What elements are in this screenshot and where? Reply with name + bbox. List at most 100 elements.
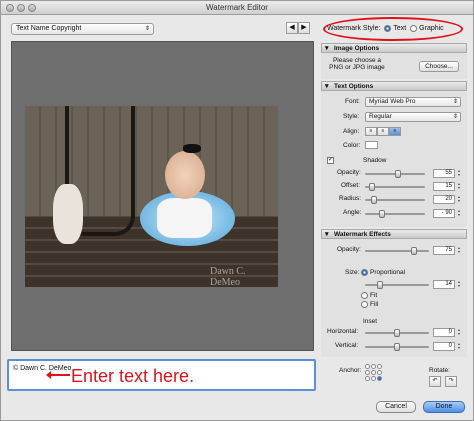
shadow-opacity-knob[interactable] xyxy=(395,170,401,178)
shadow-angle-slider[interactable] xyxy=(365,210,425,218)
effects-opacity-stepper[interactable]: ▴ ▾ xyxy=(456,246,462,255)
choose-image-button[interactable]: Choose... xyxy=(419,61,459,72)
previous-image-button[interactable]: ◀ xyxy=(286,22,298,34)
shadow-checkbox[interactable]: ✓ xyxy=(327,157,334,164)
fit-radio[interactable] xyxy=(361,292,368,299)
align-center-button[interactable]: ≡ xyxy=(377,127,389,136)
effects-opacity-knob[interactable] xyxy=(411,247,417,255)
shadow-angle-field[interactable]: - 90 xyxy=(433,209,455,218)
inset-horizontal-slider[interactable] xyxy=(365,329,429,337)
inset-horizontal-knob[interactable] xyxy=(394,329,400,337)
watermark-effects-header[interactable]: Watermark Effects xyxy=(321,229,467,239)
shadow-radius-label: Radius: xyxy=(339,195,362,202)
fill-radio[interactable] xyxy=(361,301,368,308)
anchor-top-center[interactable] xyxy=(371,364,376,369)
zoom-window-button[interactable] xyxy=(28,4,36,12)
close-window-button[interactable] xyxy=(6,4,14,12)
minimize-window-button[interactable] xyxy=(17,4,25,12)
size-stepper[interactable]: ▴ ▾ xyxy=(456,280,462,289)
title-bar: Watermark Editor xyxy=(1,1,473,15)
style-label: Style: xyxy=(343,113,360,120)
watermark-style-label: Watermark Style: xyxy=(327,25,381,32)
style-graphic-label[interactable]: Graphic xyxy=(419,25,444,32)
effects-opacity-field[interactable]: 75 xyxy=(433,246,455,255)
style-graphic-radio[interactable] xyxy=(410,24,418,32)
style-text-label[interactable]: Text xyxy=(393,25,406,32)
photo-bunny-toy xyxy=(53,184,83,244)
size-knob[interactable] xyxy=(377,281,383,289)
anchor-bottom-right[interactable] xyxy=(377,376,382,381)
fill-label[interactable]: Fill xyxy=(370,301,378,308)
font-select[interactable]: Myriad Web Pro xyxy=(365,97,461,107)
rotate-left-icon[interactable]: ↶ xyxy=(429,376,441,387)
rotate-label: Rotate: xyxy=(429,367,450,374)
image-hint-line1: Please choose a xyxy=(332,57,382,64)
size-fit-option[interactable]: Fit xyxy=(359,292,377,299)
shadow-opacity-slider[interactable] xyxy=(365,170,425,178)
fit-label[interactable]: Fit xyxy=(370,292,377,299)
shadow-row: ✓ xyxy=(327,157,334,164)
effects-opacity-label: Opacity: xyxy=(337,246,361,253)
cancel-button[interactable]: Cancel xyxy=(376,401,416,413)
shadow-radius-stepper[interactable]: ▴ ▾ xyxy=(456,195,462,204)
anchor-label: Anchor: xyxy=(339,367,362,374)
done-button[interactable]: Done xyxy=(423,401,465,413)
proportional-label[interactable]: Proportional xyxy=(370,269,405,276)
shadow-angle-knob[interactable] xyxy=(379,210,385,218)
annotation-text: Enter text here. xyxy=(71,366,195,386)
inset-vertical-knob[interactable] xyxy=(394,343,400,351)
anchor-bottom-center[interactable] xyxy=(371,376,376,381)
proportional-radio[interactable] xyxy=(361,269,368,276)
anchor-grid[interactable] xyxy=(365,364,383,382)
shadow-offset-stepper[interactable]: ▴ ▾ xyxy=(456,182,462,191)
style-select[interactable]: Regular xyxy=(365,112,461,122)
inset-horizontal-field[interactable]: 0 xyxy=(433,328,455,337)
shadow-angle-stepper[interactable]: ▴ ▾ xyxy=(456,209,462,218)
shadow-radius-slider[interactable] xyxy=(365,196,425,204)
shadow-radius-knob[interactable] xyxy=(371,196,377,204)
text-color-swatch[interactable] xyxy=(365,141,378,149)
anchor-top-left[interactable] xyxy=(365,364,370,369)
image-options-panel: Image Options Please choose a PNG or JPG… xyxy=(321,43,467,79)
size-label: Size: xyxy=(345,269,360,276)
align-label: Align: xyxy=(343,128,360,135)
photo-bow xyxy=(183,144,201,153)
preset-dropdown[interactable]: Text Name Copyright ⇕ xyxy=(11,23,154,35)
shadow-radius-field[interactable]: 20 xyxy=(433,195,455,204)
next-image-button[interactable]: ▶ xyxy=(298,22,310,34)
inset-vertical-label: Vertical: xyxy=(335,342,359,349)
shadow-opacity-field[interactable]: 55 xyxy=(433,169,455,178)
text-options-header[interactable]: Text Options xyxy=(321,81,467,91)
shadow-offset-slider[interactable] xyxy=(365,183,425,191)
style-text-radio[interactable] xyxy=(384,24,392,32)
shadow-offset-knob[interactable] xyxy=(369,183,375,191)
inset-vertical-slider[interactable] xyxy=(365,343,429,351)
shadow-opacity-stepper[interactable]: ▴ ▾ xyxy=(456,169,462,178)
shadow-offset-field[interactable]: 15 xyxy=(433,182,455,191)
watermark-preview-text[interactable]: Dawn C. DeMeo xyxy=(210,266,278,287)
shadow-angle-label: Angle: xyxy=(343,209,362,216)
size-slider[interactable] xyxy=(365,281,429,289)
anchor-middle-left[interactable] xyxy=(365,370,370,375)
updown-arrows-icon: ⇕ xyxy=(144,26,150,32)
rotate-right-icon[interactable]: ↷ xyxy=(445,376,457,387)
size-fill-option[interactable]: Fill xyxy=(359,301,378,308)
image-options-header[interactable]: Image Options xyxy=(321,43,467,53)
size-proportional-option[interactable]: Proportional xyxy=(359,269,405,276)
anchor-middle-right[interactable] xyxy=(377,370,382,375)
watermark-effects-panel: Watermark Effects Opacity: 75 ▴▾ Size: P… xyxy=(321,229,467,357)
image-hint: Please choose a PNG or JPG image xyxy=(327,57,387,71)
anchor-top-right[interactable] xyxy=(377,364,382,369)
effects-opacity-slider[interactable] xyxy=(365,247,429,255)
inset-vertical-stepper[interactable]: ▴ ▾ xyxy=(456,342,462,351)
size-field[interactable]: 14 xyxy=(433,280,455,289)
anchor-bottom-left[interactable] xyxy=(365,376,370,381)
shadow-opacity-label: Opacity: xyxy=(337,169,361,176)
inset-vertical-field[interactable]: 0 xyxy=(433,342,455,351)
align-left-button[interactable]: ≡ xyxy=(365,127,377,136)
anchor-center[interactable] xyxy=(371,370,376,375)
shadow-label: Shadow xyxy=(363,157,387,164)
font-label: Font: xyxy=(345,98,360,105)
inset-horizontal-stepper[interactable]: ▴ ▾ xyxy=(456,328,462,337)
align-right-button[interactable]: ≡ xyxy=(389,127,401,136)
